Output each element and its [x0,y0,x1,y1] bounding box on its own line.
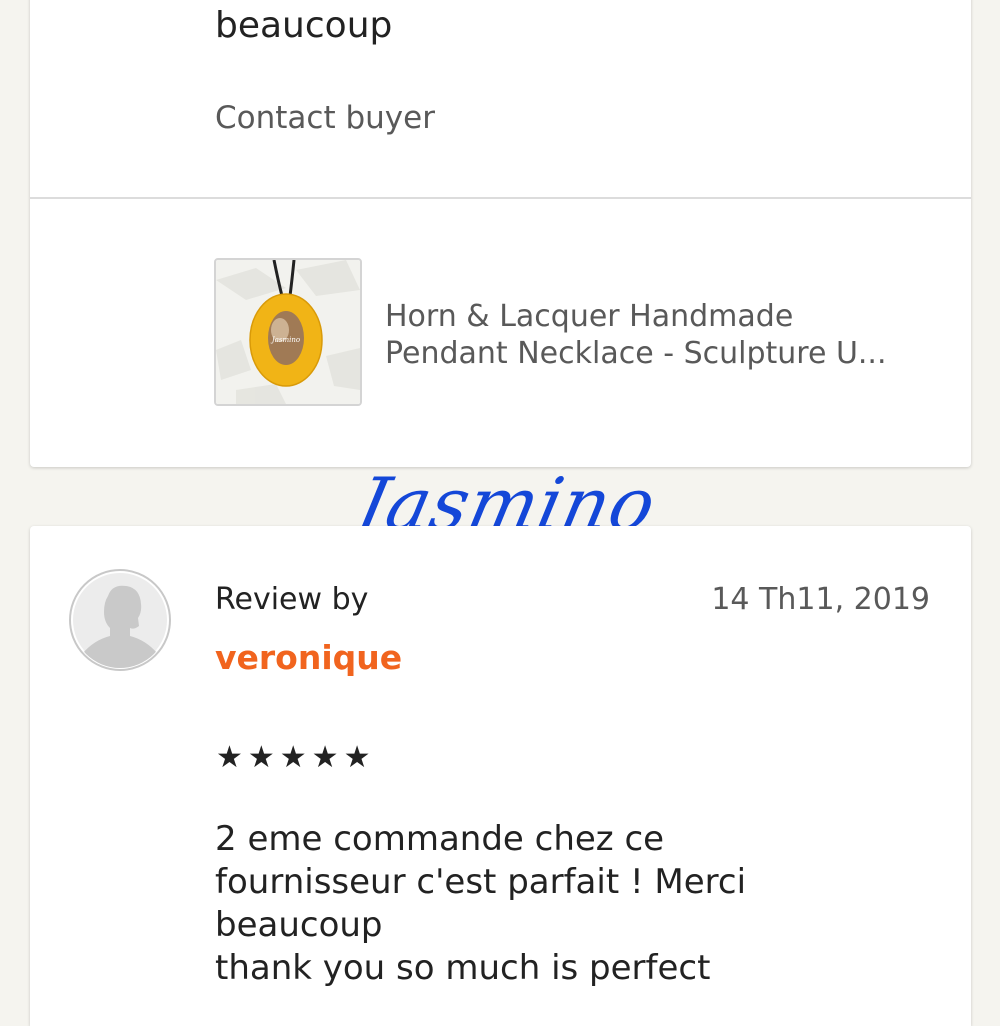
product-title-line1: Horn & Lacquer Handmade [385,299,794,334]
default-user-avatar-icon[interactable] [68,568,172,672]
previous-review-text: beaucoup [215,5,393,46]
contact-buyer-link[interactable]: Contact buyer [215,100,435,136]
review-by-label: Review by [215,582,369,617]
pendant-inscription: Jasmino [270,336,300,344]
reviewer-name-link[interactable]: veronique [215,638,402,677]
previous-review-card: beaucoup Contact buyer Jasmino Horn & La… [30,0,971,467]
product-thumbnail[interactable]: Jasmino [214,258,362,406]
product-title-line2: Pendant Necklace - Sculpture U... [385,336,887,371]
star-rating: ★★★★★ [216,740,376,775]
divider [30,197,971,199]
review-text: 2 eme commande chez ce fournisseur c'est… [215,819,747,988]
review-card: Review by 14 Th11, 2019 veronique ★★★★★ … [30,526,971,1026]
pendant-necklace-image: Jasmino [216,260,360,404]
review-date: 14 Th11, 2019 [711,582,930,617]
product-title-link[interactable]: Horn & Lacquer Handmade Pendant Necklace… [385,298,945,372]
